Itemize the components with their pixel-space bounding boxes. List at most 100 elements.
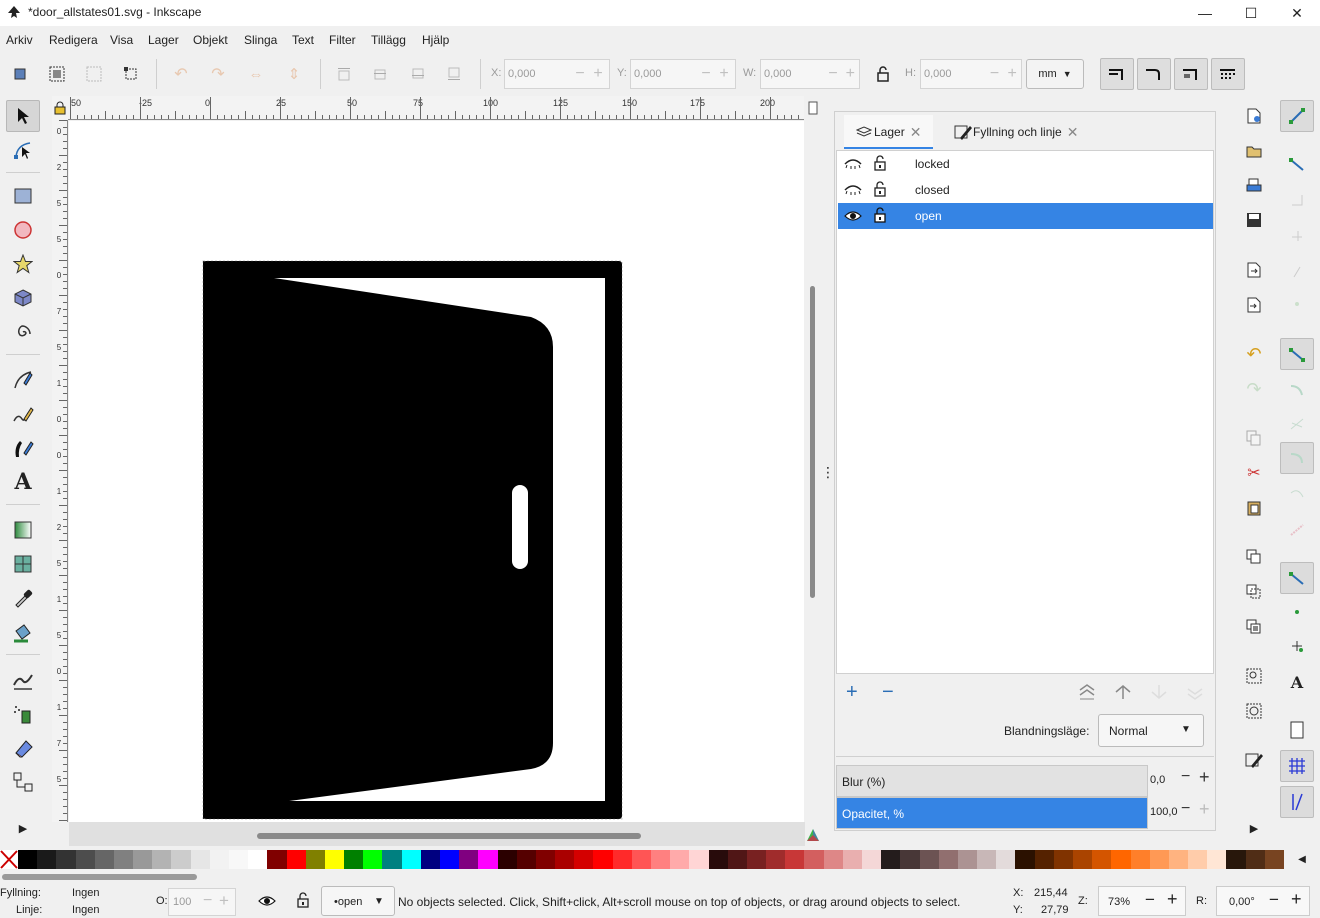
snap-path-intersection-icon[interactable] bbox=[1280, 408, 1314, 440]
snap-text-baseline-icon[interactable]: A bbox=[1280, 666, 1314, 698]
menu-text[interactable]: Text bbox=[292, 33, 314, 47]
color-swatch[interactable] bbox=[363, 850, 383, 869]
menu-arkiv[interactable]: Arkiv bbox=[6, 33, 33, 47]
lock-ratio-icon[interactable] bbox=[873, 64, 893, 84]
snap-others-icon[interactable] bbox=[1280, 562, 1314, 594]
color-swatch[interactable] bbox=[1073, 850, 1093, 869]
color-swatch[interactable] bbox=[113, 850, 134, 869]
import-icon[interactable] bbox=[1244, 260, 1264, 280]
layer-name[interactable]: open bbox=[915, 209, 942, 223]
close-button[interactable]: ✕ bbox=[1274, 0, 1320, 26]
touch-select-icon[interactable] bbox=[121, 64, 141, 84]
rotate-decrement[interactable]: − bbox=[1269, 890, 1279, 910]
x-field[interactable]: 0,000− + bbox=[504, 59, 610, 89]
maximize-button[interactable]: ☐ bbox=[1228, 0, 1274, 26]
connector-tool-icon[interactable] bbox=[6, 766, 40, 798]
star-tool-icon[interactable] bbox=[6, 248, 40, 280]
color-swatch[interactable] bbox=[459, 850, 479, 869]
color-swatch[interactable] bbox=[574, 850, 594, 869]
hidden-eye-icon[interactable] bbox=[844, 182, 862, 198]
3d-box-tool-icon[interactable] bbox=[6, 282, 40, 314]
color-swatch[interactable] bbox=[766, 850, 786, 869]
gradient-tool-icon[interactable] bbox=[6, 514, 40, 546]
color-swatch[interactable] bbox=[1015, 850, 1036, 869]
minimize-button[interactable]: — bbox=[1182, 0, 1228, 26]
unlocked-icon[interactable] bbox=[873, 207, 887, 223]
zoom-drawing-icon[interactable] bbox=[1244, 701, 1264, 721]
pencil-tool-icon[interactable] bbox=[6, 398, 40, 430]
color-swatch[interactable] bbox=[1130, 850, 1151, 869]
tab-layers-content[interactable]: Lager ✕ bbox=[856, 115, 921, 149]
raise-layer-to-top-icon[interactable] bbox=[1078, 684, 1096, 703]
color-swatch[interactable] bbox=[497, 850, 518, 869]
cut-icon[interactable]: ✂ bbox=[1244, 463, 1264, 483]
opacity-value[interactable]: 100,0 bbox=[1150, 806, 1178, 818]
zoom-field[interactable]: 73% − + bbox=[1098, 886, 1186, 916]
redo-icon[interactable]: ↷ bbox=[1244, 379, 1264, 399]
color-swatch[interactable] bbox=[708, 850, 729, 869]
h-field[interactable]: 0,000− + bbox=[920, 59, 1022, 89]
color-swatch[interactable] bbox=[56, 850, 77, 869]
horizontal-scroll-thumb[interactable] bbox=[257, 833, 641, 839]
visible-eye-icon[interactable] bbox=[844, 208, 862, 224]
zoom-selection-icon[interactable] bbox=[1244, 666, 1264, 686]
print-icon[interactable] bbox=[1244, 176, 1264, 196]
color-swatch[interactable] bbox=[516, 850, 537, 869]
color-swatch[interactable] bbox=[401, 850, 422, 869]
snap-grid-icon[interactable] bbox=[1280, 750, 1314, 782]
canvas-lock-icon[interactable] bbox=[52, 96, 68, 120]
color-swatch[interactable] bbox=[1168, 850, 1189, 869]
layer-visibility-eye-icon[interactable] bbox=[258, 893, 276, 909]
open-file-icon[interactable] bbox=[1244, 141, 1264, 161]
opacity-slider[interactable]: Opacitet, % bbox=[836, 797, 1148, 829]
unlink-clone-icon[interactable] bbox=[1244, 617, 1264, 637]
opacity-increment[interactable]: + bbox=[1199, 799, 1210, 820]
eraser-tool-icon[interactable] bbox=[6, 732, 40, 764]
color-swatch[interactable] bbox=[420, 850, 441, 869]
color-swatch[interactable] bbox=[1226, 850, 1247, 869]
color-swatch[interactable] bbox=[267, 850, 288, 869]
color-swatch[interactable] bbox=[440, 850, 460, 869]
toolbox-expand-icon[interactable]: ▶ bbox=[6, 812, 40, 844]
copy-icon[interactable] bbox=[1244, 428, 1264, 448]
color-swatch[interactable] bbox=[957, 850, 978, 869]
no-color-swatch[interactable] bbox=[0, 850, 18, 869]
pen-tool-icon[interactable] bbox=[6, 364, 40, 396]
color-swatch[interactable] bbox=[535, 850, 556, 869]
scale-stroke-button[interactable] bbox=[1100, 58, 1134, 90]
color-swatch[interactable] bbox=[977, 850, 997, 869]
snap-bbox-icon[interactable] bbox=[1280, 148, 1314, 180]
opacity-decrement[interactable]: − bbox=[1181, 800, 1190, 818]
color-swatch[interactable] bbox=[37, 850, 57, 869]
tab-fill-stroke[interactable]: Fyllning och linje ✕ bbox=[954, 115, 1078, 149]
layer-row-closed[interactable]: closed bbox=[838, 177, 1213, 203]
color-swatch[interactable] bbox=[75, 850, 96, 869]
unit-select[interactable]: mm ▼ bbox=[1026, 59, 1084, 89]
menu-tillagg[interactable]: Tillägg bbox=[371, 33, 406, 47]
vertical-scroll-thumb[interactable] bbox=[810, 286, 815, 598]
zoom-in-button[interactable]: + bbox=[1167, 889, 1178, 910]
new-document-icon[interactable] bbox=[1244, 106, 1264, 126]
color-swatch[interactable] bbox=[382, 850, 403, 869]
commands-expand-icon[interactable]: ▶ bbox=[1244, 818, 1264, 838]
transform-gradients-button[interactable] bbox=[1174, 58, 1208, 90]
w-field[interactable]: 0,000− + bbox=[760, 59, 860, 89]
drawing-canvas[interactable] bbox=[69, 121, 804, 822]
color-swatch[interactable] bbox=[651, 850, 671, 869]
ellipse-tool-icon[interactable] bbox=[6, 214, 40, 246]
deselect-icon[interactable] bbox=[84, 64, 104, 84]
color-swatch[interactable] bbox=[612, 850, 633, 869]
color-swatch[interactable] bbox=[152, 850, 172, 869]
close-tab-layers-icon[interactable]: ✕ bbox=[910, 124, 922, 141]
lower-to-bottom-icon[interactable] bbox=[444, 64, 464, 84]
text-tool-icon[interactable]: A bbox=[6, 466, 40, 498]
snap-guide-icon[interactable] bbox=[1280, 786, 1314, 818]
color-swatch[interactable] bbox=[785, 850, 805, 869]
color-swatch[interactable] bbox=[555, 850, 575, 869]
color-swatch[interactable] bbox=[862, 850, 882, 869]
color-swatch[interactable] bbox=[1245, 850, 1266, 869]
snap-cusp-nodes-icon[interactable] bbox=[1280, 442, 1314, 474]
select-all-icon[interactable] bbox=[10, 64, 30, 84]
snap-bbox-center-icon[interactable] bbox=[1280, 288, 1314, 320]
color-swatch[interactable] bbox=[842, 850, 863, 869]
